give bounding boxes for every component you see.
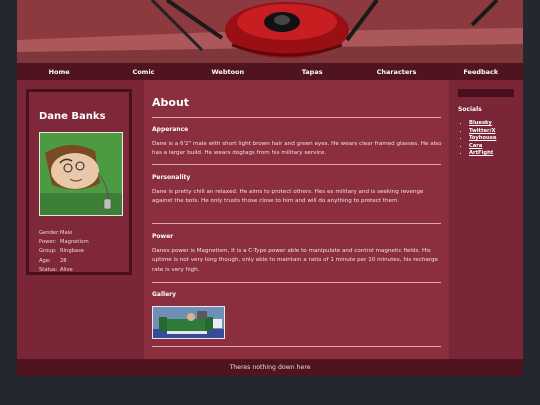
character-portrait-image: [39, 132, 123, 216]
stat-row-group: Group: Ringbase: [39, 247, 89, 256]
character-stats: Gender: Male Power: Magnetism Group: Rin…: [39, 229, 89, 275]
nav-item-home[interactable]: Home: [17, 68, 101, 76]
stat-row-age: Age: 28: [39, 257, 89, 266]
appearance-text: Dane is a 6'2" male with short light bro…: [152, 141, 442, 157]
gallery-illustration: [153, 307, 224, 338]
social-link-artfight[interactable]: ArtFight: [469, 150, 493, 156]
stat-row-status: Status: Alive: [39, 266, 89, 275]
socials-heading: Socials: [458, 106, 482, 113]
stat-value: Male: [60, 230, 73, 236]
header-banner-image: [17, 0, 523, 63]
stat-label: Age:: [39, 257, 51, 264]
main-navigation: Home Comic Webtoon Tapas Characters Feed…: [17, 63, 523, 80]
list-item: ArtFight: [469, 150, 496, 158]
nav-item-tapas[interactable]: Tapas: [270, 68, 354, 76]
stat-label: Status:: [39, 266, 58, 273]
personality-text: Dane is pretty chill an relaxed. He aims…: [152, 189, 424, 205]
stat-label: Group:: [39, 248, 57, 255]
gallery-thumbnail-image[interactable]: [152, 306, 225, 339]
social-link-twitter[interactable]: Twitter/X: [469, 128, 495, 134]
stat-value: Magnetism: [60, 239, 89, 246]
nav-item-webtoon[interactable]: Webtoon: [186, 68, 270, 76]
stat-value: Alive: [60, 266, 73, 273]
social-link-toyhouse[interactable]: Toyhouse: [469, 135, 496, 141]
character-profile-card: Dane Banks Gender: Male Power: Magnetism…: [26, 89, 132, 275]
divider: [152, 346, 441, 347]
gallery-heading: Gallery: [152, 291, 177, 298]
character-name: Dane Banks: [39, 111, 106, 122]
stat-row-gender: Gender: Male: [39, 229, 89, 238]
nav-item-characters[interactable]: Characters: [354, 68, 438, 76]
robot-banner-illustration: [17, 0, 523, 63]
social-link-cara[interactable]: Cara: [469, 143, 482, 149]
list-item: Bluesky: [469, 120, 496, 128]
socials-list: Bluesky Twitter/X Toyhouse Cara ArtFight: [462, 120, 496, 158]
profile-column: Dane Banks Gender: Male Power: Magnetism…: [17, 80, 144, 359]
sidebar-column: Socials Bluesky Twitter/X Toyhouse Cara …: [449, 80, 523, 359]
appearance-heading: Apperance: [152, 126, 189, 133]
site-container: Home Comic Webtoon Tapas Characters Feed…: [17, 0, 523, 376]
nav-item-comic[interactable]: Comic: [101, 68, 185, 76]
stat-label: Power:: [39, 239, 57, 246]
divider: [152, 282, 441, 283]
portrait-illustration: [40, 133, 122, 215]
stat-row-power: Power: Magnetism: [39, 238, 89, 247]
list-item: Twitter/X: [469, 128, 496, 136]
stat-value: 28: [60, 257, 67, 264]
divider: [152, 223, 441, 224]
nav-item-feedback[interactable]: Feedback: [439, 68, 523, 76]
personality-heading: Personality: [152, 174, 191, 181]
divider: [152, 117, 441, 118]
power-heading: Power: [152, 233, 174, 240]
page-title: About: [152, 96, 190, 109]
social-link-bluesky[interactable]: Bluesky: [469, 120, 492, 126]
divider: [152, 164, 441, 165]
stat-value: Ringbase: [60, 248, 84, 255]
about-column: About Apperance Dane is a 6'2" male with…: [144, 80, 449, 359]
power-text: Danes power is Magnetism, It is a C-Type…: [152, 248, 438, 273]
list-item: Toyhouse: [469, 135, 496, 143]
stat-label: Gender:: [39, 230, 60, 236]
list-item: Cara: [469, 143, 496, 151]
page-footer: Theres nothing down here: [17, 359, 523, 376]
sidebar-header-bar: [458, 89, 514, 97]
page-body: Dane Banks Gender: Male Power: Magnetism…: [17, 80, 523, 359]
